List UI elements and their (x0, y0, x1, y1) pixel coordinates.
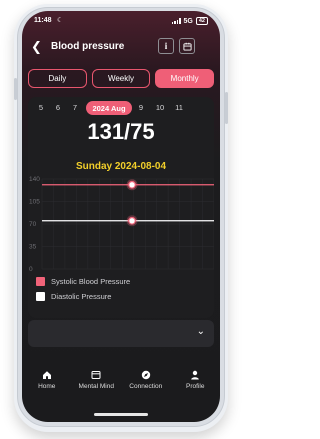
bottom-navigation: Home Mental Mind Connection Profile (22, 367, 220, 407)
y-tick-label: 35 (29, 244, 37, 251)
y-tick-label: 0 (29, 266, 33, 273)
legend-item: Diastolic Pressure (36, 292, 130, 301)
nav-item-home[interactable]: Home (22, 367, 72, 407)
info-button[interactable]: i (158, 38, 174, 54)
battery-icon: 42 (195, 17, 208, 25)
profile-icon (191, 370, 200, 380)
moon-icon: ☾ (57, 17, 64, 24)
home-icon (42, 371, 51, 379)
calendar-icon (182, 42, 192, 51)
status-time: 11:48 (34, 17, 52, 24)
nav-item-connection[interactable]: Connection (121, 367, 171, 407)
diastolic-data-point[interactable] (128, 216, 136, 225)
systolic-data-point[interactable] (128, 180, 136, 189)
compass-icon (141, 370, 150, 380)
home-indicator (94, 413, 148, 416)
chart-legend: Systolic Blood Pressure Diastolic Pressu… (36, 277, 130, 307)
tab-monthly[interactable]: Monthly (155, 69, 215, 88)
back-arrow-icon[interactable]: ❮ (31, 39, 42, 55)
status-bar: 11:48 ☾ 5G 42 (22, 17, 220, 29)
nav-item-mental-mind[interactable]: Mental Mind (72, 367, 122, 407)
bp-reading-date: Sunday 2024-08-04 (75, 161, 167, 172)
legend-swatch-diastolic (36, 292, 45, 301)
legend-swatch-systolic (36, 277, 45, 286)
date-item[interactable]: 7 (69, 103, 81, 112)
legend-label: Diastolic Pressure (51, 292, 112, 301)
nav-label: Profile (186, 383, 205, 390)
nav-label: Mental Mind (78, 383, 114, 390)
nav-label: Connection (129, 383, 163, 390)
app-screen: 11:48 ☾ 5G 42 ❮ Blood pressure i Daily W… (22, 11, 220, 422)
expandable-panel[interactable]: ⌄ (28, 320, 214, 347)
date-item[interactable]: 6 (52, 103, 64, 112)
volume-button (14, 78, 17, 100)
nav-item-profile[interactable]: Profile (171, 367, 221, 407)
tab-weekly[interactable]: Weekly (91, 69, 151, 88)
tab-daily[interactable]: Daily (28, 69, 87, 88)
mental-mind-icon (91, 371, 101, 379)
legend-item: Systolic Blood Pressure (36, 277, 130, 286)
page-header: ❮ Blood pressure i (22, 37, 220, 57)
date-item-selected[interactable]: 2024 Aug (86, 101, 132, 115)
bp-chart: 140 105 70 35 0 (29, 176, 214, 273)
calendar-button[interactable] (179, 38, 195, 54)
y-tick-label: 70 (29, 221, 37, 228)
legend-label: Systolic Blood Pressure (51, 277, 131, 286)
date-selector: 5 6 7 2024 Aug 9 10 11 (22, 101, 220, 115)
date-item[interactable]: 9 (135, 103, 147, 112)
info-icon: i (164, 41, 168, 51)
nav-label: Home (38, 383, 56, 390)
chevron-down-icon[interactable]: ⌄ (197, 326, 205, 337)
period-tabs: Daily Weekly Monthly (28, 69, 215, 88)
y-tick-label: 105 (29, 199, 40, 206)
power-button (225, 92, 228, 124)
page-title: Blood pressure (51, 41, 125, 52)
date-item[interactable]: 11 (173, 103, 185, 112)
date-item[interactable]: 5 (35, 103, 47, 112)
network-label: 5G (183, 17, 193, 25)
date-item[interactable]: 10 (154, 103, 166, 112)
y-tick-label: 140 (29, 176, 40, 183)
bp-reading-value: 131/75 (87, 119, 155, 144)
signal-icon (171, 18, 181, 24)
